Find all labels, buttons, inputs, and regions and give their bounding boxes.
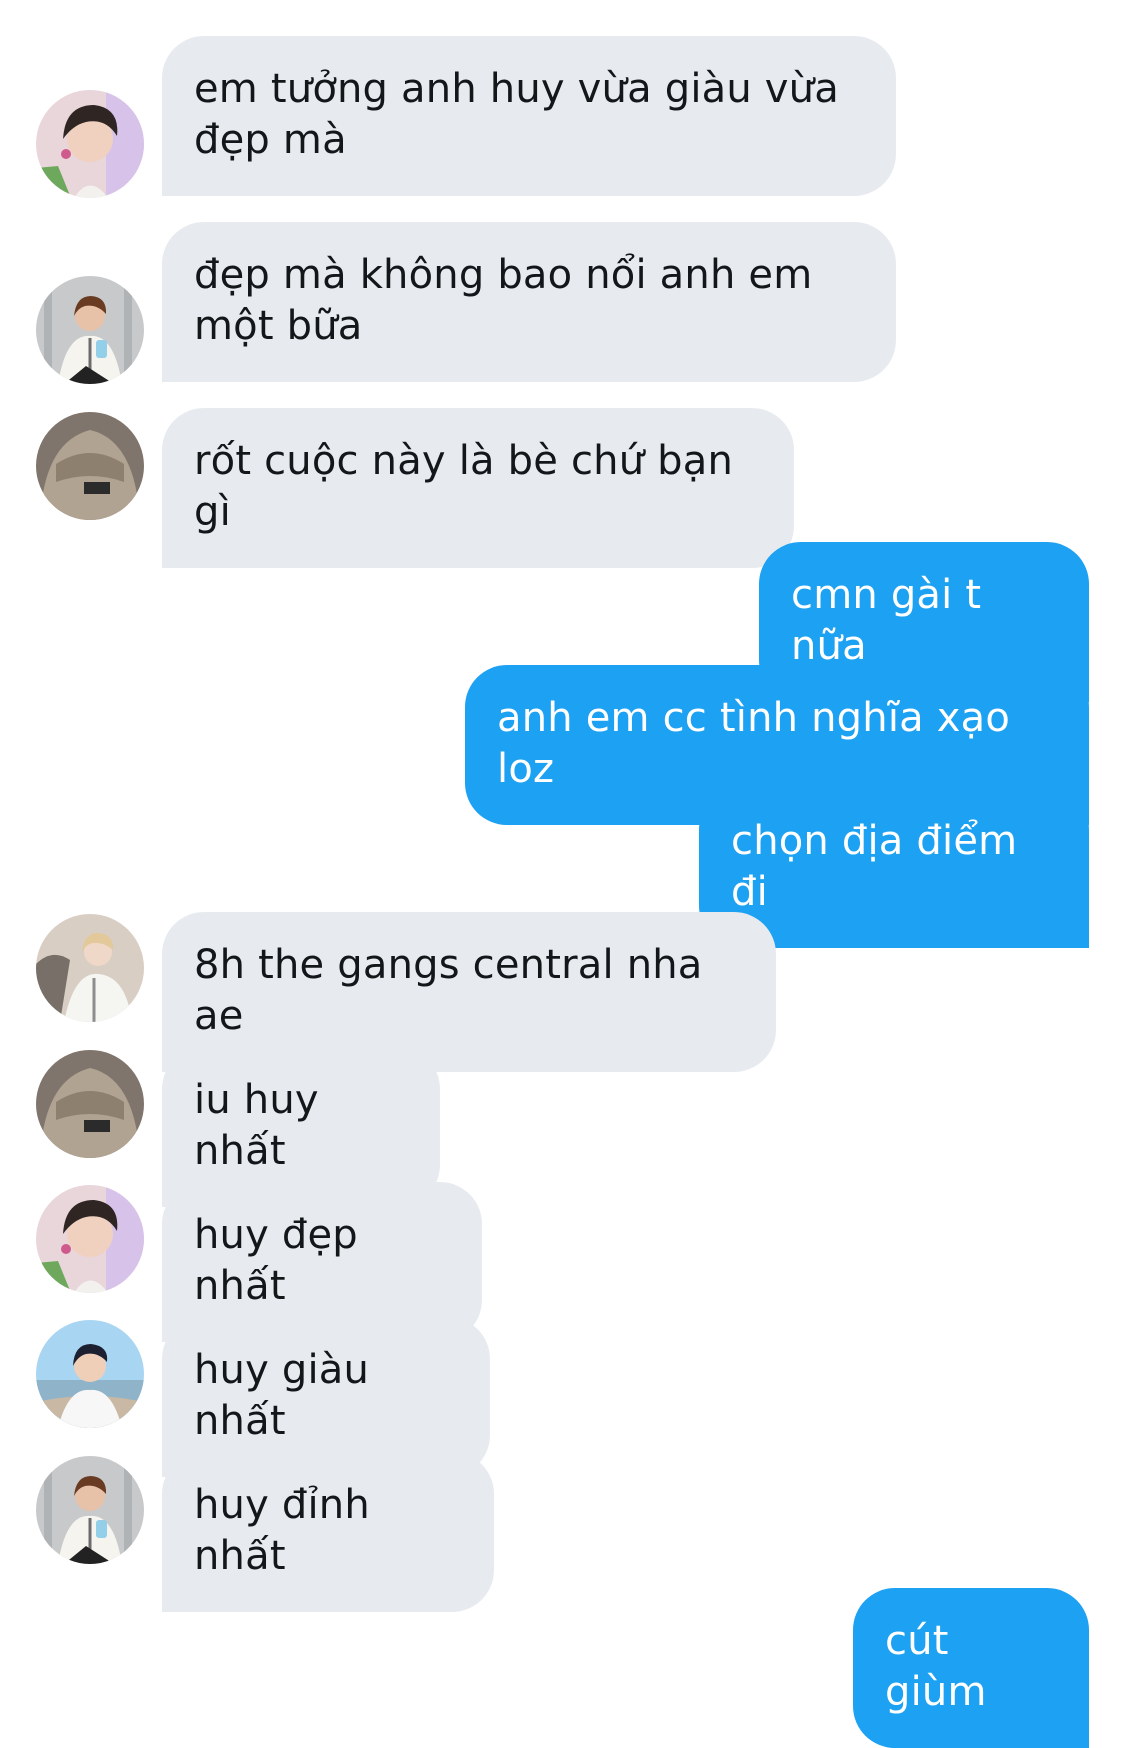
avatar-photo-icon <box>36 412 144 520</box>
outgoing-message-bubble[interactable]: cút giùm <box>853 1588 1089 1748</box>
avatar-blond-white-jacket[interactable] <box>36 914 144 1022</box>
message-text: iu huy nhất <box>194 1077 319 1174</box>
message-text: em tưởng anh huy vừa giàu vừa đẹp mà <box>194 66 839 163</box>
avatar-photo-icon <box>36 1185 144 1293</box>
avatar-boy-seated-gray-bg[interactable] <box>36 276 144 384</box>
message-text: cút giùm <box>885 1618 987 1715</box>
incoming-message-bubble[interactable]: huy đỉnh nhất <box>162 1452 494 1612</box>
incoming-message-bubble[interactable]: đẹp mà không bao nổi anh em một bữa <box>162 222 896 382</box>
message-text: huy giàu nhất <box>194 1347 370 1444</box>
avatar-hoodie-brown[interactable] <box>36 1050 144 1158</box>
incoming-message-bubble[interactable]: rốt cuộc này là bè chứ bạn gì <box>162 408 794 568</box>
message-text: anh em cc tình nghĩa xạo loz <box>497 695 1011 792</box>
message-text: rốt cuộc này là bè chứ bạn gì <box>194 438 734 535</box>
avatar-hoodie-brown[interactable] <box>36 412 144 520</box>
message-text: huy đẹp nhất <box>194 1212 358 1309</box>
avatar-photo-icon <box>36 90 144 198</box>
message-text: huy đỉnh nhất <box>194 1482 370 1579</box>
message-text: cmn gài t nữa <box>791 572 982 669</box>
message-text: đẹp mà không bao nổi anh em một bữa <box>194 252 813 349</box>
incoming-message-bubble[interactable]: em tưởng anh huy vừa giàu vừa đẹp mà <box>162 36 896 196</box>
avatar-photo-icon <box>36 1320 144 1428</box>
message-text: 8h the gangs central nha ae <box>194 942 703 1039</box>
avatar-boy-seated-gray-bg[interactable] <box>36 1456 144 1564</box>
avatar-boy-pink-bg[interactable] <box>36 90 144 198</box>
message-text: chọn địa điểm đi <box>731 818 1018 915</box>
avatar-photo-icon <box>36 276 144 384</box>
avatar-photo-icon <box>36 1050 144 1158</box>
avatar-photo-icon <box>36 1456 144 1564</box>
avatar-boy-beach-blue-sky[interactable] <box>36 1320 144 1428</box>
avatar-boy-pink-bg[interactable] <box>36 1185 144 1293</box>
avatar-photo-icon <box>36 914 144 1022</box>
